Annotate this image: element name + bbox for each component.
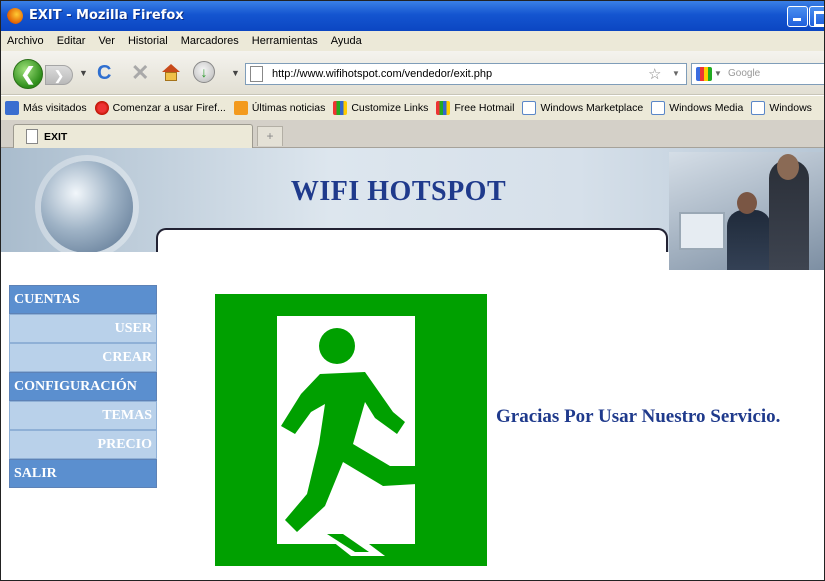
- thank-you-message: Gracias Por Usar Nuestro Servicio.: [496, 406, 781, 427]
- browser-window: EXIT - Mozilla Firefox Archivo Editar Ve…: [0, 0, 825, 581]
- menu-marcadores[interactable]: Marcadores: [181, 35, 239, 47]
- search-box[interactable]: ▼ Google: [691, 63, 824, 85]
- windows-logo-icon: [333, 101, 348, 115]
- page-content: WIFI HOTSPOT CUENTAS USER CREAR CONFIGUR…: [1, 148, 824, 580]
- menu-herramientas[interactable]: Herramientas: [252, 35, 318, 47]
- page-icon: [26, 129, 38, 144]
- menu-archivo[interactable]: Archivo: [7, 35, 44, 47]
- search-placeholder[interactable]: Google: [728, 68, 760, 79]
- minimize-button[interactable]: [787, 6, 808, 27]
- new-tab-button[interactable]: +: [257, 126, 283, 146]
- menu-editar[interactable]: Editar: [57, 35, 86, 47]
- side-menu: CUENTAS USER CREAR CONFIGURACIÓN TEMAS P…: [9, 285, 157, 488]
- search-engine-dropdown-icon[interactable]: ▼: [714, 69, 722, 78]
- menu-user[interactable]: USER: [9, 314, 157, 343]
- reload-button[interactable]: C: [97, 62, 111, 85]
- menu-temas[interactable]: TEMAS: [9, 401, 157, 430]
- tab-bar: EXIT +: [1, 120, 824, 148]
- bookmark-mas-visitados[interactable]: Más visitados: [5, 101, 87, 115]
- bookmark-windows-media[interactable]: Windows Media: [651, 101, 743, 115]
- menu-precio[interactable]: PRECIO: [9, 430, 157, 459]
- menu-cuentas[interactable]: CUENTAS: [9, 285, 157, 314]
- bookmark-comenzar[interactable]: Comenzar a usar Firef...: [94, 101, 226, 115]
- menu-configuracion[interactable]: CONFIGURACIÓN: [9, 372, 157, 401]
- download-dropdown-icon[interactable]: ▼: [231, 68, 240, 78]
- url-dropdown-icon[interactable]: ▼: [672, 69, 680, 78]
- firefox-icon: [7, 8, 23, 24]
- tab-exit[interactable]: EXIT: [13, 124, 253, 148]
- download-button[interactable]: ↓: [193, 61, 215, 83]
- visited-icon: [5, 101, 19, 115]
- exit-sign-icon: [215, 294, 487, 566]
- menu-ayuda[interactable]: Ayuda: [331, 35, 362, 47]
- bookmark-windows[interactable]: Windows: [751, 101, 812, 115]
- forward-button[interactable]: ❯: [45, 65, 73, 85]
- menu-bar: Archivo Editar Ver Historial Marcadores …: [1, 31, 824, 51]
- firefox-icon: [94, 101, 109, 115]
- bookmark-ultimas-noticias[interactable]: Últimas noticias: [233, 101, 325, 115]
- menu-historial[interactable]: Historial: [128, 35, 168, 47]
- windows-logo-icon: [436, 101, 451, 115]
- history-dropdown-icon[interactable]: ▼: [79, 68, 88, 78]
- search-engine-icon[interactable]: [696, 67, 712, 81]
- home-icon: [162, 64, 180, 72]
- header-banner: WIFI HOTSPOT: [1, 148, 824, 272]
- page-icon: [522, 101, 537, 115]
- tab-title: EXIT: [44, 131, 68, 143]
- bookmark-windows-marketplace[interactable]: Windows Marketplace: [522, 101, 643, 115]
- navigation-toolbar: ❮ ❯ ▼ C ✕ ↓ ▼ http://www.wifihotspot.com…: [1, 51, 824, 95]
- url-text[interactable]: http://www.wifihotspot.com/vendedor/exit…: [272, 68, 492, 80]
- maximize-button[interactable]: [809, 6, 824, 27]
- banner-swoosh: [156, 228, 668, 252]
- menu-salir[interactable]: SALIR: [9, 459, 157, 488]
- page-icon: [250, 66, 263, 82]
- rss-icon: [233, 101, 248, 115]
- bookmark-star-icon[interactable]: ☆: [648, 65, 661, 83]
- bookmark-customize-links[interactable]: Customize Links: [333, 101, 428, 115]
- window-title: EXIT - Mozilla Firefox: [29, 8, 184, 23]
- stop-button[interactable]: ✕: [131, 60, 149, 86]
- title-bar: EXIT - Mozilla Firefox: [1, 1, 824, 31]
- page-icon: [751, 101, 766, 115]
- url-bar[interactable]: http://www.wifihotspot.com/vendedor/exit…: [245, 63, 687, 85]
- menu-ver[interactable]: Ver: [98, 35, 115, 47]
- business-people-image: [669, 152, 824, 270]
- back-button[interactable]: ❮: [13, 59, 43, 89]
- menu-crear[interactable]: CREAR: [9, 343, 157, 372]
- bookmark-free-hotmail[interactable]: Free Hotmail: [436, 101, 514, 115]
- page-icon: [651, 101, 666, 115]
- bookmarks-toolbar: Más visitados Comenzar a usar Firef... Ú…: [1, 96, 824, 120]
- home-button[interactable]: [162, 64, 180, 82]
